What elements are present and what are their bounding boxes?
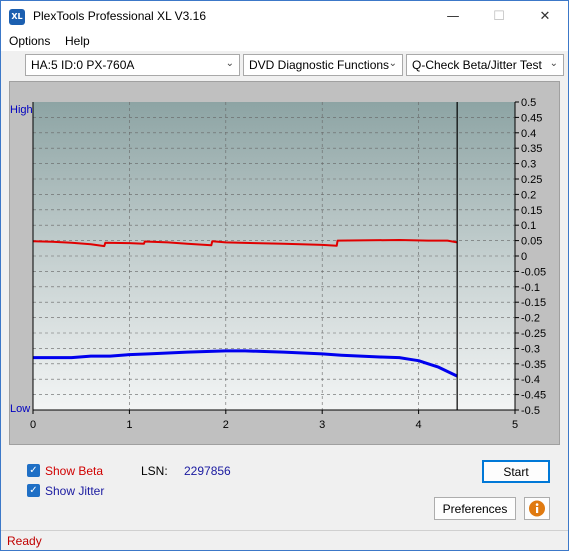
check-icon: ✓ [29,465,38,476]
y-tick-label: -0.4 [521,374,540,386]
y-tick-label: 0.1 [521,220,536,232]
show-jitter-label[interactable]: Show Jitter [45,484,104,498]
y-tick-label: 0.3 [521,159,536,171]
chevron-down-icon: ⌄ [388,58,397,69]
minimize-button[interactable]: — [430,1,476,31]
x-tick-label: 5 [512,419,518,431]
start-button[interactable]: Start [482,460,550,483]
close-icon: ✕ [539,8,551,24]
x-tick-label: 0 [30,419,36,431]
y-tick-label: -0.05 [521,266,546,278]
check-icon: ✓ [29,485,38,496]
test-select[interactable]: Q-Check Beta/Jitter Test ⌄ [406,54,564,76]
menu-options[interactable]: Options [9,34,50,48]
preferences-button[interactable]: Preferences [434,497,516,520]
y-tick-label: -0.3 [521,343,540,355]
show-beta-label[interactable]: Show Beta [45,464,103,478]
y-tick-label: 0.35 [521,143,542,155]
y-tick-label: -0.25 [521,328,546,340]
start-button-label: Start [503,465,529,479]
window-title: PlexTools Professional XL V3.16 [33,9,206,23]
y-tick-label: 0.15 [521,205,542,217]
x-tick-label: 2 [223,419,229,431]
high-label: High [10,104,33,116]
chart-panel: 0.5 0.45 0.4 0.35 0.3 0.25 0.2 0.15 0.1 0.05 0 -0.0… [9,81,560,445]
menu-help[interactable]: Help [65,34,90,48]
title-bar: XL PlexTools Professional XL V3.16 — ☐ ✕ [1,1,568,31]
bottom-panel: ✓ Show Beta ✓ Show Jitter LSN: 2297856 S… [9,453,560,523]
low-label: Low [10,403,30,415]
status-text: Ready [7,534,42,548]
app-window: XL PlexTools Professional XL V3.16 — ☐ ✕… [0,0,569,551]
toolbar: HA:5 ID:0 PX-760A ⌄ DVD Diagnostic Funct… [1,51,568,79]
y-tick-label: 0.2 [521,189,536,201]
drive-select[interactable]: HA:5 ID:0 PX-760A ⌄ [25,54,240,76]
chevron-down-icon: ⌄ [549,58,558,69]
drive-select-value: HA:5 ID:0 PX-760A [31,58,135,72]
y-tick-label: 0.05 [521,236,542,248]
show-jitter-checkbox[interactable]: ✓ [27,484,40,497]
function-select-value: DVD Diagnostic Functions [249,58,390,72]
y-tick-label: -0.5 [521,405,540,417]
info-icon [529,500,545,517]
y-tick-label: -0.2 [521,313,540,325]
menu-bar: Options Help [1,31,568,51]
preferences-button-label: Preferences [442,502,508,516]
x-tick-label: 4 [416,419,422,431]
y-tick-label: -0.1 [521,282,540,294]
x-tick-label: 1 [126,419,132,431]
lsn-value: 2297856 [184,464,231,478]
lsn-label: LSN: [141,464,168,478]
function-select[interactable]: DVD Diagnostic Functions ⌄ [243,54,403,76]
x-tick-label: 3 [319,419,325,431]
maximize-icon: ☐ [493,8,505,24]
y-tick-label: 0.25 [521,174,542,186]
status-bar: Ready [1,530,568,550]
show-beta-checkbox[interactable]: ✓ [27,464,40,477]
chevron-down-icon: ⌄ [225,58,234,69]
y-tick-label: 0.45 [521,112,542,124]
app-logo-icon: XL [9,9,25,25]
y-tick-label: 0.4 [521,128,536,140]
test-select-value: Q-Check Beta/Jitter Test [412,58,542,72]
beta-jitter-chart: 0.5 0.45 0.4 0.35 0.3 0.25 0.2 0.15 0.1 0.05 0 -0.0… [10,82,559,444]
y-tick-label: -0.15 [521,297,546,309]
maximize-button: ☐ [476,1,522,31]
close-button[interactable]: ✕ [522,1,568,31]
info-button[interactable] [524,497,550,520]
y-tick-label: 0.5 [521,97,536,109]
y-tick-label: -0.45 [521,390,546,402]
y-tick-label: -0.35 [521,359,546,371]
minimize-icon: — [446,8,460,24]
y-tick-label: 0 [521,251,527,263]
